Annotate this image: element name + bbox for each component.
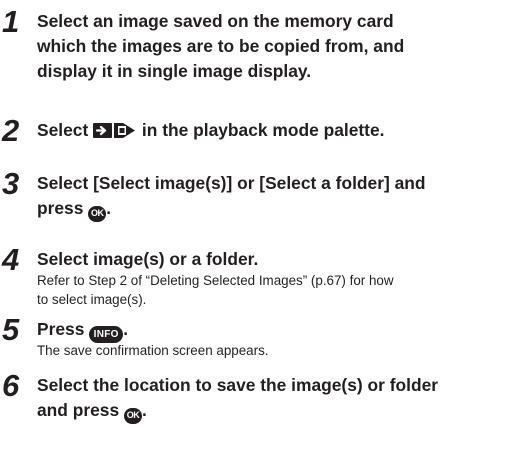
ok-button-icon: OK — [124, 407, 142, 424]
step-heading: Press INFO. — [37, 317, 128, 343]
step-heading: which the images are to be copied from, … — [37, 36, 405, 56]
step-text: in the playback mode palette. — [137, 120, 385, 140]
step-heading: Select an image saved on the memory card — [37, 11, 394, 31]
step-heading: Select image(s) or a folder. — [37, 249, 259, 269]
step-heading: Select [Select image(s)] or [Select a fo… — [37, 173, 426, 193]
step-text: . — [123, 319, 129, 339]
step-number: 6 — [2, 368, 20, 403]
ok-button-icon: OK — [88, 205, 107, 222]
step-description: Refer to Step 2 of “Deleting Selected Im… — [37, 273, 394, 288]
step-text: . — [142, 400, 147, 420]
step-heading: and press OK. — [37, 398, 147, 424]
copy-image-icon — [93, 121, 137, 146]
step-number: 5 — [2, 312, 20, 347]
step-heading: press OK. — [37, 196, 111, 222]
step-number: 2 — [2, 113, 20, 148]
step-text: Select — [37, 120, 94, 140]
step-text: and press — [37, 400, 124, 420]
step-text: . — [106, 198, 112, 218]
step-number: 4 — [2, 242, 20, 277]
step-text: Press — [37, 319, 90, 339]
step-description: to select image(s). — [37, 292, 147, 307]
step-number: 1 — [2, 4, 20, 39]
step-heading: Select the location to save the image(s)… — [37, 375, 439, 395]
step-text: press — [37, 198, 89, 218]
step-number: 3 — [2, 166, 20, 201]
step-heading: display it in single image display. — [37, 61, 312, 81]
step-description: The save confirmation screen appears. — [37, 343, 269, 358]
step-heading: Select in the playback mode palette. — [37, 118, 384, 146]
